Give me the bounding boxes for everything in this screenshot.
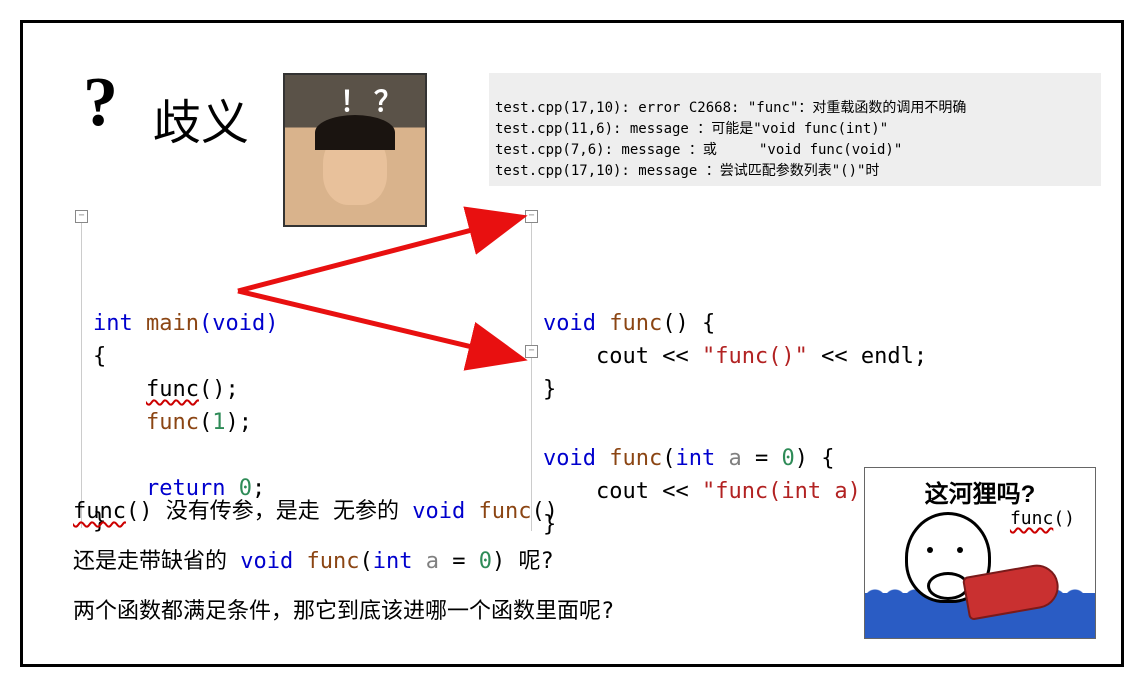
fold-icon: − (75, 210, 88, 223)
question-mark-icon: ? (83, 63, 118, 143)
slide-frame: ? 歧义 ！？ test.cpp(17,10): error C2668: "f… (20, 20, 1124, 667)
seal-meme-caption: 这河狸吗? (865, 474, 1095, 509)
explain-line-2: 还是走带缺省的 void func(int a = 0) 呢? (73, 543, 554, 575)
compiler-output: test.cpp(17,10): error C2668: "func"：对重载… (489, 73, 1101, 186)
fold-icon: − (525, 210, 538, 223)
console-line: test.cpp(17,10): error C2668: "func"：对重载… (495, 100, 966, 116)
explain-line-1: func() 没有传参，是走 无参的 void func() (73, 493, 558, 525)
main-code-block: − int main(void) { func(); func(1); retu… (93, 208, 278, 538)
fold-icon: − (525, 345, 538, 358)
slide-title: 歧义 (153, 83, 249, 153)
seal-meme-code: func() (1010, 508, 1075, 529)
confused-face-meme: ！？ (283, 73, 427, 227)
console-line: test.cpp(11,6): message ：可能是"void func(i… (495, 121, 888, 137)
console-line: test.cpp(7,6): message ：或 "void func(voi… (495, 142, 902, 158)
console-line: test.cpp(17,10): message ：尝试匹配参数列表"()"时 (495, 163, 879, 179)
explain-line-3: 两个函数都满足条件，那它到底该进哪一个函数里面呢? (73, 593, 614, 625)
seal-meme: 这河狸吗? func() (864, 467, 1096, 639)
meme-overlay-text: ！？ (340, 80, 408, 120)
